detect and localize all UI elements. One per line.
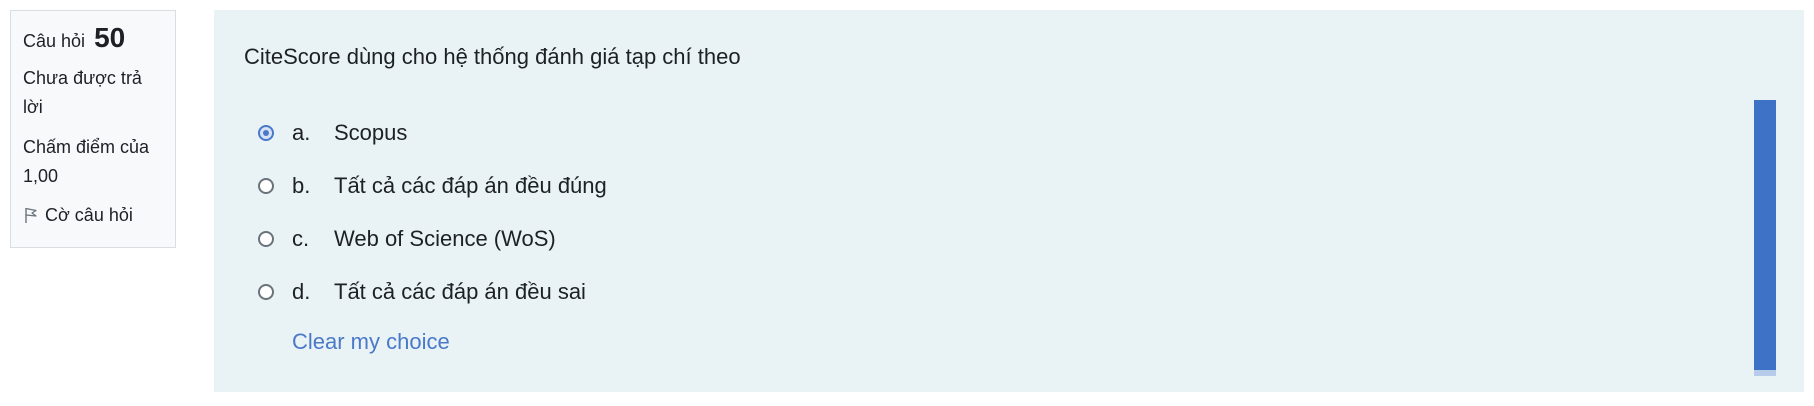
question-info-panel: Câu hỏi 50 Chưa được trả lời Chấm điểm c… <box>10 10 176 248</box>
scrollbar-thumb[interactable] <box>1754 100 1776 370</box>
answer-radio-a[interactable] <box>258 124 274 141</box>
flag-icon <box>23 206 39 224</box>
question-label: Câu hỏi <box>23 31 86 51</box>
question-content: CiteScore dùng cho hệ thống đánh giá tạp… <box>214 10 1804 392</box>
answer-option-d[interactable]: d. Tất cả các đáp án đều sai <box>258 265 607 318</box>
answer-list: a. Scopus b. Tất cả các đáp án đều đúng … <box>258 106 607 318</box>
answer-letter: d. <box>292 278 311 304</box>
answer-letter: b. <box>292 172 311 198</box>
answer-label: Tất cả các đáp án đều đúng <box>334 172 607 198</box>
flag-question-link[interactable]: Cờ câu hỏi <box>23 203 163 227</box>
answer-label: Scopus <box>334 119 408 145</box>
answer-letter: c. <box>292 225 310 251</box>
flag-label: Cờ câu hỏi <box>45 205 133 225</box>
quiz-page: Câu hỏi 50 Chưa được trả lời Chấm điểm c… <box>0 0 1814 406</box>
answer-radio-c[interactable] <box>258 230 274 247</box>
answer-radio-b[interactable] <box>258 177 274 194</box>
answer-option-c[interactable]: c. Web of Science (WoS) <box>258 212 607 265</box>
answer-label: Tất cả các đáp án đều sai <box>334 278 586 304</box>
scrollbar-track-end <box>1754 370 1776 376</box>
clear-choice-link[interactable]: Clear my choice <box>292 329 450 355</box>
question-number: Câu hỏi 50 <box>23 23 163 56</box>
question-text: CiteScore dùng cho hệ thống đánh giá tạp… <box>244 44 741 69</box>
answer-option-b[interactable]: b. Tất cả các đáp án đều đúng <box>258 159 607 212</box>
answer-letter: a. <box>292 119 311 145</box>
answer-option-a[interactable]: a. Scopus <box>258 106 607 159</box>
answer-label: Web of Science (WoS) <box>334 225 556 251</box>
question-state: Chưa được trả lời <box>23 68 142 117</box>
question-number-value: 50 <box>94 22 126 53</box>
answer-radio-d[interactable] <box>258 283 274 300</box>
question-grade: Chấm điểm của 1,00 <box>23 137 150 186</box>
